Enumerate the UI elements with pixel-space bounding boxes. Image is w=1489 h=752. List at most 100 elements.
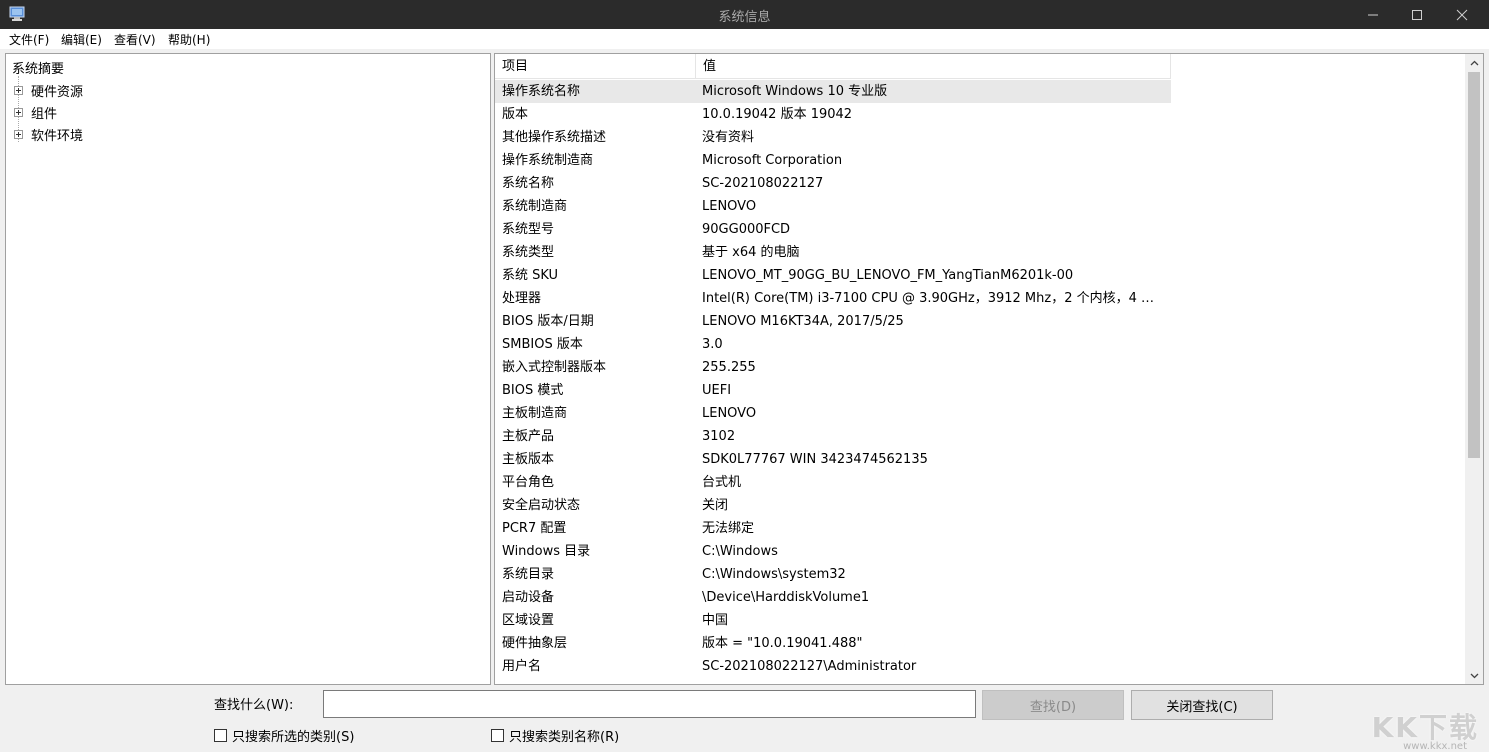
- row-value: 90GG000FCD: [702, 218, 1167, 241]
- scroll-thumb[interactable]: [1468, 72, 1480, 458]
- watermark-logo: KK下载: [1372, 706, 1479, 746]
- find-label: 查找什么(W):: [214, 694, 293, 713]
- row-value: SC-202108022127: [702, 172, 1167, 195]
- table-row[interactable]: 主板制造商LENOVO: [495, 402, 1171, 425]
- row-value: 3102: [702, 425, 1167, 448]
- table-row[interactable]: 其他操作系统描述没有资料: [495, 126, 1171, 149]
- row-item: 硬件抽象层: [502, 632, 692, 655]
- row-item: 处理器: [502, 287, 692, 310]
- table-row[interactable]: BIOS 模式UEFI: [495, 379, 1171, 402]
- minimize-icon: [1367, 9, 1379, 21]
- row-item: 平台角色: [502, 471, 692, 494]
- row-value: 台式机: [702, 471, 1167, 494]
- menu-edit[interactable]: 编辑(E): [61, 31, 102, 48]
- checkbox-box[interactable]: [491, 729, 504, 742]
- row-value: UEFI: [702, 379, 1167, 402]
- table-row[interactable]: 主板产品3102: [495, 425, 1171, 448]
- list-rows: 操作系统名称Microsoft Windows 10 专业版版本10.0.190…: [495, 80, 1465, 678]
- tree-item-components[interactable]: 组件: [14, 103, 57, 122]
- category-tree[interactable]: 系统摘要 硬件资源 组件 软件环境: [5, 53, 491, 685]
- checkbox-label: 只搜索类别名称(R): [509, 726, 619, 745]
- row-item: 主板版本: [502, 448, 692, 471]
- row-value: Microsoft Windows 10 专业版: [702, 80, 1167, 103]
- row-item: 区域设置: [502, 609, 692, 632]
- row-value: SDK0L77767 WIN 3423474562135: [702, 448, 1167, 471]
- checkbox-box[interactable]: [214, 729, 227, 742]
- expand-icon[interactable]: [14, 130, 23, 139]
- find-input[interactable]: [323, 690, 976, 718]
- vertical-scrollbar[interactable]: [1465, 54, 1483, 684]
- list-header: 项目 值: [495, 54, 1171, 79]
- row-value: 没有资料: [702, 126, 1167, 149]
- table-row[interactable]: 硬件抽象层版本 = "10.0.19041.488": [495, 632, 1171, 655]
- table-row[interactable]: BIOS 版本/日期 LENOVO M16KT34A, 2017/5/25: [495, 310, 1171, 333]
- table-row[interactable]: 操作系统制造商 Microsoft Corporation: [495, 149, 1171, 172]
- maximize-button[interactable]: [1395, 0, 1439, 29]
- table-row[interactable]: 区域设置中国: [495, 609, 1171, 632]
- close-find-button[interactable]: 关闭查找(C): [1131, 690, 1273, 720]
- search-category-names-checkbox[interactable]: 只搜索类别名称(R): [491, 726, 619, 745]
- close-button[interactable]: [1440, 0, 1484, 29]
- table-row[interactable]: 启动设备\Device\HarddiskVolume1: [495, 586, 1171, 609]
- row-value: 基于 x64 的电脑: [702, 241, 1167, 264]
- row-value: 关闭: [702, 494, 1167, 517]
- table-row[interactable]: 系统类型基于 x64 的电脑: [495, 241, 1171, 264]
- table-row[interactable]: 用户名SC-202108022127\Administrator: [495, 655, 1171, 678]
- expand-icon[interactable]: [14, 86, 23, 95]
- menu-view[interactable]: 查看(V): [114, 31, 156, 48]
- column-header-item[interactable]: 项目: [495, 54, 696, 79]
- table-row[interactable]: 系统型号90GG000FCD: [495, 218, 1171, 241]
- row-item: 其他操作系统描述: [502, 126, 692, 149]
- row-item: 操作系统制造商: [502, 149, 692, 172]
- tree-item-label: 硬件资源: [31, 81, 83, 100]
- row-value: C:\Windows: [702, 540, 1167, 563]
- chevron-down-icon: [1470, 673, 1479, 679]
- row-item: 系统名称: [502, 172, 692, 195]
- window-title: 系统信息: [0, 6, 1489, 25]
- chevron-up-icon: [1470, 60, 1479, 66]
- find-button[interactable]: 查找(D): [982, 690, 1124, 720]
- expand-icon[interactable]: [14, 108, 23, 117]
- table-row[interactable]: 操作系统名称Microsoft Windows 10 专业版: [495, 80, 1171, 103]
- row-value: Microsoft Corporation: [702, 149, 1167, 172]
- tree-item-software-environment[interactable]: 软件环境: [14, 125, 83, 144]
- table-row[interactable]: 主板版本 SDK0L77767 WIN 3423474562135: [495, 448, 1171, 471]
- table-row[interactable]: Windows 目录 C:\Windows: [495, 540, 1171, 563]
- row-item: Windows 目录: [502, 540, 692, 563]
- row-value: C:\Windows\system32: [702, 563, 1167, 586]
- minimize-button[interactable]: [1351, 0, 1395, 29]
- row-value: LENOVO: [702, 402, 1167, 425]
- table-row[interactable]: 平台角色台式机: [495, 471, 1171, 494]
- row-item: SMBIOS 版本: [502, 333, 692, 356]
- row-value: 255.255: [702, 356, 1167, 379]
- row-item: 系统 SKU: [502, 264, 692, 287]
- close-icon: [1456, 9, 1468, 21]
- table-row[interactable]: 处理器 Intel(R) Core(TM) i3-7100 CPU @ 3.90G…: [495, 287, 1171, 310]
- row-value: LENOVO M16KT34A, 2017/5/25: [702, 310, 1167, 333]
- scroll-down-button[interactable]: [1465, 667, 1483, 684]
- table-row[interactable]: SMBIOS 版本3.0: [495, 333, 1171, 356]
- row-item: 版本: [502, 103, 692, 126]
- row-value: LENOVO: [702, 195, 1167, 218]
- row-item: BIOS 版本/日期: [502, 310, 692, 333]
- menu-help[interactable]: 帮助(H): [168, 31, 210, 48]
- column-header-value[interactable]: 值: [696, 54, 1171, 79]
- table-row[interactable]: 系统制造商LENOVO: [495, 195, 1171, 218]
- table-row[interactable]: 系统 SKULENOVO_MT_90GG_BU_LENOVO_FM_YangTi…: [495, 264, 1171, 287]
- tree-item-system-summary[interactable]: 系统摘要: [12, 58, 64, 77]
- row-item: 系统类型: [502, 241, 692, 264]
- tree-item-label: 组件: [31, 103, 57, 122]
- table-row[interactable]: 系统名称 SC-202108022127: [495, 172, 1171, 195]
- table-row[interactable]: 版本10.0.19042 版本 19042: [495, 103, 1171, 126]
- table-row[interactable]: 系统目录C:\Windows\system32: [495, 563, 1171, 586]
- details-list[interactable]: 项目 值 操作系统名称Microsoft Windows 10 专业版版本10.…: [494, 53, 1484, 685]
- row-item: 启动设备: [502, 586, 692, 609]
- table-row[interactable]: 嵌入式控制器版本255.255: [495, 356, 1171, 379]
- table-row[interactable]: PCR7 配置无法绑定: [495, 517, 1171, 540]
- menu-file[interactable]: 文件(F): [9, 31, 49, 48]
- row-value: Intel(R) Core(TM) i3-7100 CPU @ 3.90GHz，…: [702, 287, 1167, 310]
- scroll-up-button[interactable]: [1465, 54, 1483, 71]
- tree-item-hardware-resources[interactable]: 硬件资源: [14, 81, 83, 100]
- table-row[interactable]: 安全启动状态关闭: [495, 494, 1171, 517]
- search-selected-category-checkbox[interactable]: 只搜索所选的类别(S): [214, 726, 354, 745]
